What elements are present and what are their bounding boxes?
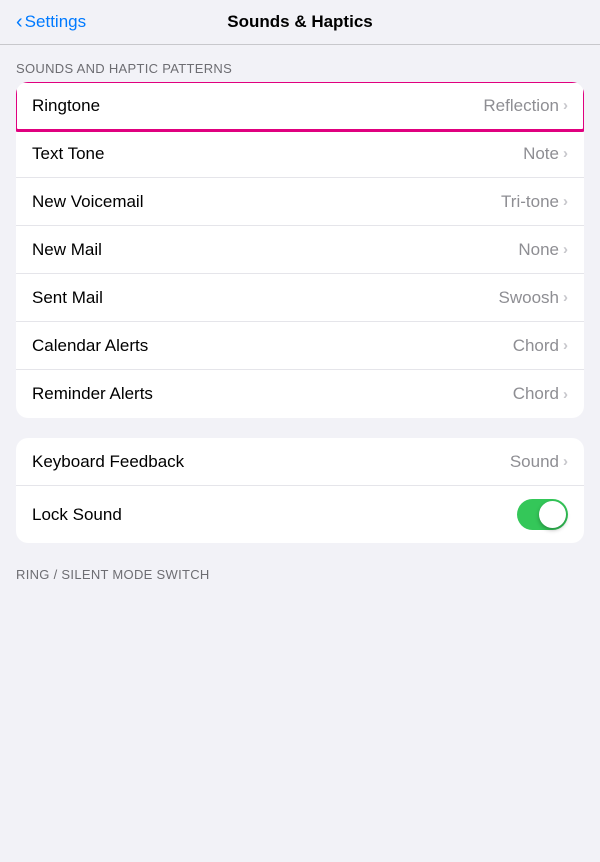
sent-mail-label: Sent Mail	[32, 288, 103, 308]
sounds-haptic-group: Ringtone Reflection › Text Tone Note › N…	[16, 82, 584, 418]
new-mail-chevron-icon: ›	[563, 241, 568, 258]
text-tone-row[interactable]: Text Tone Note ›	[16, 130, 584, 178]
back-label: Settings	[25, 12, 86, 32]
calendar-alerts-value-text: Chord	[513, 336, 559, 356]
ringtone-value-text: Reflection	[483, 96, 559, 116]
calendar-alerts-chevron-icon: ›	[563, 337, 568, 354]
sent-mail-chevron-icon: ›	[563, 289, 568, 306]
keyboard-feedback-row[interactable]: Keyboard Feedback Sound ›	[16, 438, 584, 486]
text-tone-chevron-icon: ›	[563, 145, 568, 162]
ring-silent-section-label: RING / SILENT MODE SWITCH	[0, 563, 600, 582]
keyboard-feedback-value: Sound ›	[510, 452, 568, 472]
text-tone-value: Note ›	[523, 144, 568, 164]
reminder-alerts-label: Reminder Alerts	[32, 384, 153, 404]
new-voicemail-value-text: Tri-tone	[501, 192, 559, 212]
lock-sound-toggle[interactable]	[517, 499, 568, 530]
reminder-alerts-value: Chord ›	[513, 384, 568, 404]
ringtone-value: Reflection ›	[483, 96, 568, 116]
new-voicemail-chevron-icon: ›	[563, 193, 568, 210]
sent-mail-row[interactable]: Sent Mail Swoosh ›	[16, 274, 584, 322]
lock-sound-toggle-container	[517, 499, 568, 530]
new-voicemail-label: New Voicemail	[32, 192, 144, 212]
new-mail-value-text: None	[518, 240, 559, 260]
keyboard-feedback-chevron-icon: ›	[563, 453, 568, 470]
feedback-group: Keyboard Feedback Sound › Lock Sound	[16, 438, 584, 543]
text-tone-value-text: Note	[523, 144, 559, 164]
sounds-section-label: SOUNDS AND HAPTIC PATTERNS	[0, 45, 600, 82]
new-voicemail-row[interactable]: New Voicemail Tri-tone ›	[16, 178, 584, 226]
new-mail-value: None ›	[518, 240, 568, 260]
header: ‹ Settings Sounds & Haptics	[0, 0, 600, 45]
text-tone-label: Text Tone	[32, 144, 104, 164]
calendar-alerts-value: Chord ›	[513, 336, 568, 356]
ringtone-chevron-icon: ›	[563, 97, 568, 114]
lock-sound-row: Lock Sound	[16, 486, 584, 543]
back-button[interactable]: ‹ Settings	[16, 12, 86, 32]
new-voicemail-value: Tri-tone ›	[501, 192, 568, 212]
reminder-alerts-chevron-icon: ›	[563, 386, 568, 403]
ringtone-label: Ringtone	[32, 96, 100, 116]
reminder-alerts-value-text: Chord	[513, 384, 559, 404]
new-mail-label: New Mail	[32, 240, 102, 260]
sent-mail-value: Swoosh ›	[499, 288, 568, 308]
sent-mail-value-text: Swoosh	[499, 288, 559, 308]
calendar-alerts-label: Calendar Alerts	[32, 336, 148, 356]
keyboard-feedback-label: Keyboard Feedback	[32, 452, 184, 472]
new-mail-row[interactable]: New Mail None ›	[16, 226, 584, 274]
reminder-alerts-row[interactable]: Reminder Alerts Chord ›	[16, 370, 584, 418]
toggle-knob	[539, 501, 566, 528]
lock-sound-label: Lock Sound	[32, 505, 122, 525]
calendar-alerts-row[interactable]: Calendar Alerts Chord ›	[16, 322, 584, 370]
keyboard-feedback-value-text: Sound	[510, 452, 559, 472]
back-chevron-icon: ‹	[16, 12, 23, 32]
ringtone-row[interactable]: Ringtone Reflection ›	[16, 82, 584, 130]
page-title: Sounds & Haptics	[227, 12, 372, 32]
